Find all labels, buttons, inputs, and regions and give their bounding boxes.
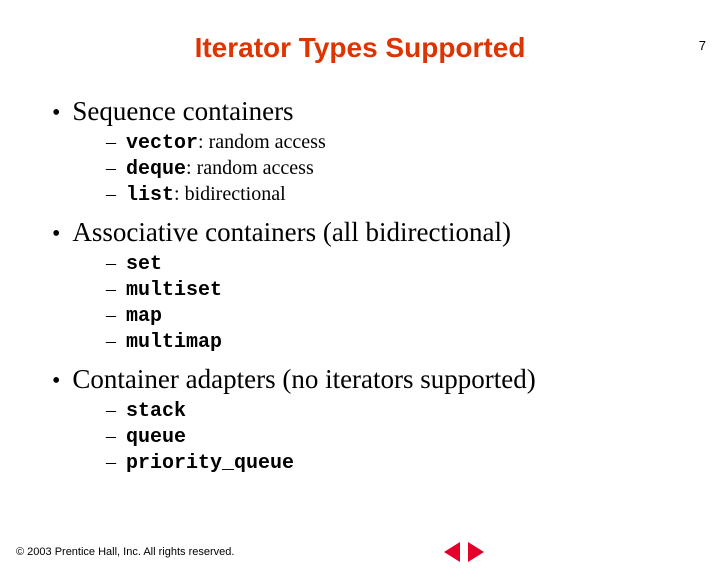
code-text: list bbox=[126, 184, 174, 207]
prev-arrow-icon[interactable] bbox=[444, 542, 460, 562]
item-text: list: bidirectional bbox=[126, 183, 286, 207]
code-text: map bbox=[126, 305, 162, 328]
footer: © 2003 Prentice Hall, Inc. All rights re… bbox=[16, 542, 704, 562]
section-adapters: • Container adapters (no iterators suppo… bbox=[52, 364, 720, 475]
list-item: – multimap bbox=[106, 330, 720, 354]
heading-text: Associative containers (all bidirectiona… bbox=[72, 217, 511, 248]
code-text: deque bbox=[126, 158, 186, 181]
dash-icon: – bbox=[106, 278, 126, 301]
dash-icon: – bbox=[106, 252, 126, 275]
code-text: stack bbox=[126, 400, 186, 423]
bullet-icon: • bbox=[52, 101, 72, 125]
dash-icon: – bbox=[106, 183, 126, 206]
list-item: – set bbox=[106, 252, 720, 276]
dash-icon: – bbox=[106, 131, 126, 154]
desc-text: : bidirectional bbox=[174, 183, 286, 205]
dash-icon: – bbox=[106, 425, 126, 448]
dash-icon: – bbox=[106, 157, 126, 180]
list-item: – deque: random access bbox=[106, 157, 720, 181]
dash-icon: – bbox=[106, 399, 126, 422]
list-item: – list: bidirectional bbox=[106, 183, 720, 207]
code-text: queue bbox=[126, 426, 186, 449]
dash-icon: – bbox=[106, 304, 126, 327]
bullet-icon: • bbox=[52, 369, 72, 393]
section-sequence: • Sequence containers – vector: random a… bbox=[52, 96, 720, 207]
section-associative: • Associative containers (all bidirectio… bbox=[52, 217, 720, 354]
slide-title: Iterator Types Supported bbox=[0, 32, 720, 64]
list-item: – queue bbox=[106, 425, 720, 449]
list-item: – stack bbox=[106, 399, 720, 423]
nav-buttons bbox=[444, 542, 484, 562]
dash-icon: – bbox=[106, 330, 126, 353]
content-area: • Sequence containers – vector: random a… bbox=[0, 96, 720, 475]
heading-text: Sequence containers bbox=[72, 96, 293, 127]
next-arrow-icon[interactable] bbox=[468, 542, 484, 562]
code-text: vector bbox=[126, 132, 198, 155]
code-text: priority_queue bbox=[126, 452, 294, 475]
item-text: vector: random access bbox=[126, 131, 326, 155]
list-item: – multiset bbox=[106, 278, 720, 302]
section-heading: • Container adapters (no iterators suppo… bbox=[52, 364, 720, 395]
list-item: – priority_queue bbox=[106, 451, 720, 475]
code-text: multimap bbox=[126, 331, 222, 354]
bullet-icon: • bbox=[52, 222, 72, 246]
heading-text: Container adapters (no iterators support… bbox=[72, 364, 535, 395]
copyright-text: © 2003 Prentice Hall, Inc. All rights re… bbox=[16, 546, 234, 558]
list-item: – map bbox=[106, 304, 720, 328]
desc-text: : random access bbox=[186, 157, 314, 179]
item-text: deque: random access bbox=[126, 157, 314, 181]
page-number: 7 bbox=[699, 38, 706, 53]
desc-text: : random access bbox=[198, 131, 326, 153]
code-text: set bbox=[126, 253, 162, 276]
section-heading: • Sequence containers bbox=[52, 96, 720, 127]
dash-icon: – bbox=[106, 451, 126, 474]
list-item: – vector: random access bbox=[106, 131, 720, 155]
section-heading: • Associative containers (all bidirectio… bbox=[52, 217, 720, 248]
code-text: multiset bbox=[126, 279, 222, 302]
